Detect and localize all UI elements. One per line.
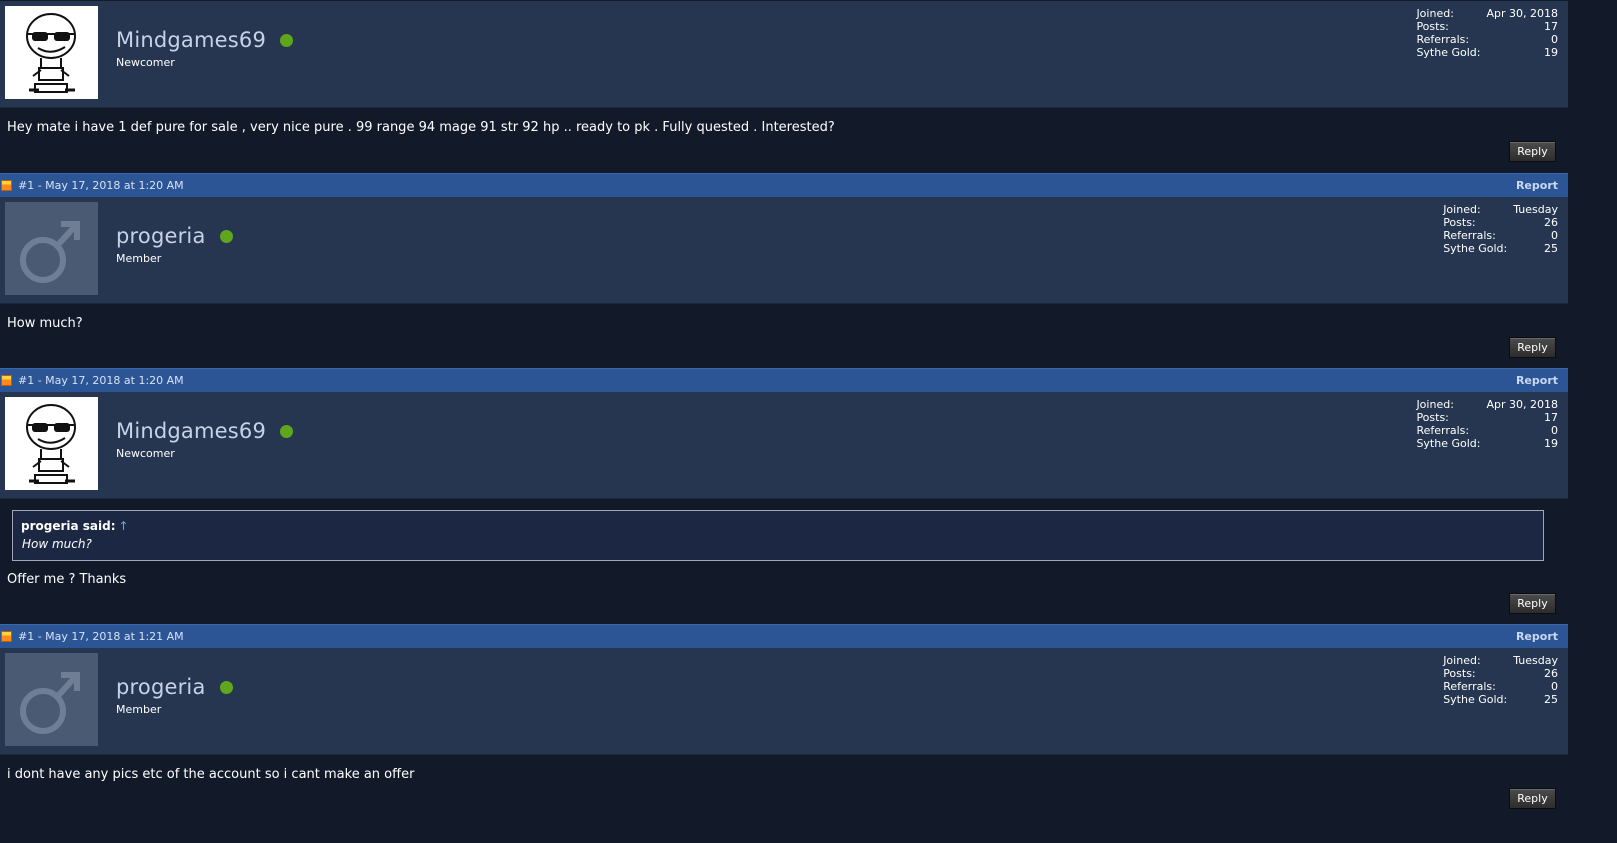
meme-avatar-icon [5, 6, 98, 99]
post-body: Hey mate i have 1 def pure for sale , ve… [0, 108, 1568, 174]
post-body: How much? Reply [0, 304, 1568, 370]
stat-joined: Tuesday [1513, 654, 1558, 667]
user-stats: Joined: Apr 30, 2018 Posts: 17 Referrals: 0… [1416, 398, 1558, 450]
username[interactable]: Mindgames69 [116, 28, 266, 52]
online-status-icon [219, 229, 233, 243]
male-symbol-icon [5, 202, 98, 295]
stat-label-referrals: Referrals: [1443, 680, 1496, 693]
stat-gold: 19 [1544, 46, 1558, 59]
quote-block: progeria said: ↑ How much? [12, 510, 1544, 561]
post-status-icon [1, 180, 12, 191]
stat-label-joined: Joined: [1443, 203, 1481, 216]
stat-label-posts: Posts: [1416, 20, 1449, 33]
quote-text: How much? [22, 537, 92, 551]
stat-label-gold: Sythe Gold: [1416, 437, 1481, 450]
stat-label-posts: Posts: [1416, 411, 1449, 424]
stat-posts: 17 [1544, 20, 1558, 33]
online-status-icon [219, 680, 233, 694]
post-status-icon [1, 631, 12, 642]
quote-jump-arrow-icon[interactable]: ↑ [119, 519, 129, 533]
avatar[interactable] [5, 202, 98, 295]
user-rank: Newcomer [116, 56, 175, 69]
avatar[interactable] [5, 397, 98, 490]
stat-label-joined: Joined: [1416, 7, 1454, 20]
post-header: #1 - May 17, 2018 at 1:21 AM Report [0, 624, 1568, 648]
online-status-icon [280, 33, 294, 47]
stat-label-gold: Sythe Gold: [1443, 693, 1508, 706]
username-wrap: progeria [116, 675, 233, 699]
stat-gold: 25 [1544, 693, 1558, 706]
meme-avatar-icon [5, 397, 98, 490]
male-symbol-icon [5, 653, 98, 746]
stat-posts: 26 [1544, 216, 1558, 229]
post: #1 - May 17, 2018 at 1:20 AM Report prog… [0, 173, 1568, 370]
stat-label-referrals: Referrals: [1416, 424, 1470, 437]
stat-label-referrals: Referrals: [1443, 229, 1496, 242]
post-status-icon [1, 375, 12, 386]
username-wrap: progeria [116, 224, 233, 248]
reply-button[interactable]: Reply [1509, 593, 1556, 614]
stat-gold: 25 [1544, 242, 1558, 255]
post-body: progeria said: ↑ How much? Offer me ? Tha… [0, 499, 1568, 626]
stat-referrals: 0 [1551, 680, 1558, 693]
report-link[interactable]: Report [1516, 630, 1558, 643]
stat-label-gold: Sythe Gold: [1416, 46, 1481, 59]
stat-label-posts: Posts: [1443, 216, 1476, 229]
user-stats: Joined: Tuesday Posts: 26 Referrals: 0 Syth… [1443, 203, 1558, 255]
user-info-bar: progeria Member Joined: Tuesday Posts: 26 … [0, 648, 1568, 755]
reply-button[interactable]: Reply [1509, 337, 1556, 358]
post-header: #1 - May 17, 2018 at 1:20 AM Report [0, 368, 1568, 392]
post: #1 - May 17, 2018 at 1:20 AM Report Mind… [0, 368, 1568, 626]
user-stats: Joined: Apr 30, 2018 Posts: 17 Referrals: 0… [1416, 7, 1558, 59]
stat-posts: 17 [1544, 411, 1558, 424]
user-rank: Member [116, 703, 162, 716]
stat-label-posts: Posts: [1443, 667, 1476, 680]
reply-button[interactable]: Reply [1509, 788, 1556, 809]
username-wrap: Mindgames69 [116, 28, 294, 52]
avatar[interactable] [5, 6, 98, 99]
post: #1 - May 17, 2018 at 1:21 AM Report prog… [0, 624, 1568, 821]
report-link[interactable]: Report [1516, 179, 1558, 192]
stat-label-referrals: Referrals: [1416, 33, 1470, 46]
username[interactable]: progeria [116, 224, 206, 248]
reply-button[interactable]: Reply [1509, 141, 1556, 162]
message-text: How much? [7, 316, 83, 331]
username[interactable]: progeria [116, 675, 206, 699]
stat-label-joined: Joined: [1416, 398, 1454, 411]
user-info-bar: Mindgames69 Newcomer Joined: Apr 30, 2018… [0, 392, 1568, 499]
avatar[interactable] [5, 653, 98, 746]
stat-referrals: 0 [1551, 424, 1558, 437]
message-text: i dont have any pics etc of the account … [7, 767, 415, 782]
online-status-icon [280, 424, 294, 438]
stat-joined: Apr 30, 2018 [1486, 398, 1558, 411]
post-header: #1 - May 17, 2018 at 1:20 AM Report [0, 173, 1568, 197]
user-rank: Member [116, 252, 162, 265]
report-link[interactable]: Report [1516, 374, 1558, 387]
stat-gold: 19 [1544, 437, 1558, 450]
user-rank: Newcomer [116, 447, 175, 460]
user-info-bar: progeria Member Joined: Tuesday Posts: 26 … [0, 197, 1568, 304]
stat-referrals: 0 [1551, 229, 1558, 242]
post-meta[interactable]: #1 - May 17, 2018 at 1:20 AM [18, 179, 184, 192]
username[interactable]: Mindgames69 [116, 419, 266, 443]
user-stats: Joined: Tuesday Posts: 26 Referrals: 0 Syth… [1443, 654, 1558, 706]
user-info-bar: Mindgames69 Newcomer Joined: Apr 30, 2018… [0, 1, 1568, 108]
quote-author: progeria said: [21, 519, 116, 533]
stat-label-gold: Sythe Gold: [1443, 242, 1508, 255]
stat-posts: 26 [1544, 667, 1558, 680]
post: Mindgames69 Newcomer Joined: Apr 30, 2018… [0, 1, 1568, 174]
post-meta[interactable]: #1 - May 17, 2018 at 1:20 AM [18, 374, 184, 387]
stat-joined: Tuesday [1513, 203, 1558, 216]
post-meta[interactable]: #1 - May 17, 2018 at 1:21 AM [18, 630, 184, 643]
message-text: Hey mate i have 1 def pure for sale , ve… [7, 120, 835, 135]
message-text: Offer me ? Thanks [7, 572, 127, 587]
stat-joined: Apr 30, 2018 [1486, 7, 1558, 20]
stat-referrals: 0 [1551, 33, 1558, 46]
username-wrap: Mindgames69 [116, 419, 294, 443]
post-body: i dont have any pics etc of the account … [0, 755, 1568, 821]
stat-label-joined: Joined: [1443, 654, 1481, 667]
